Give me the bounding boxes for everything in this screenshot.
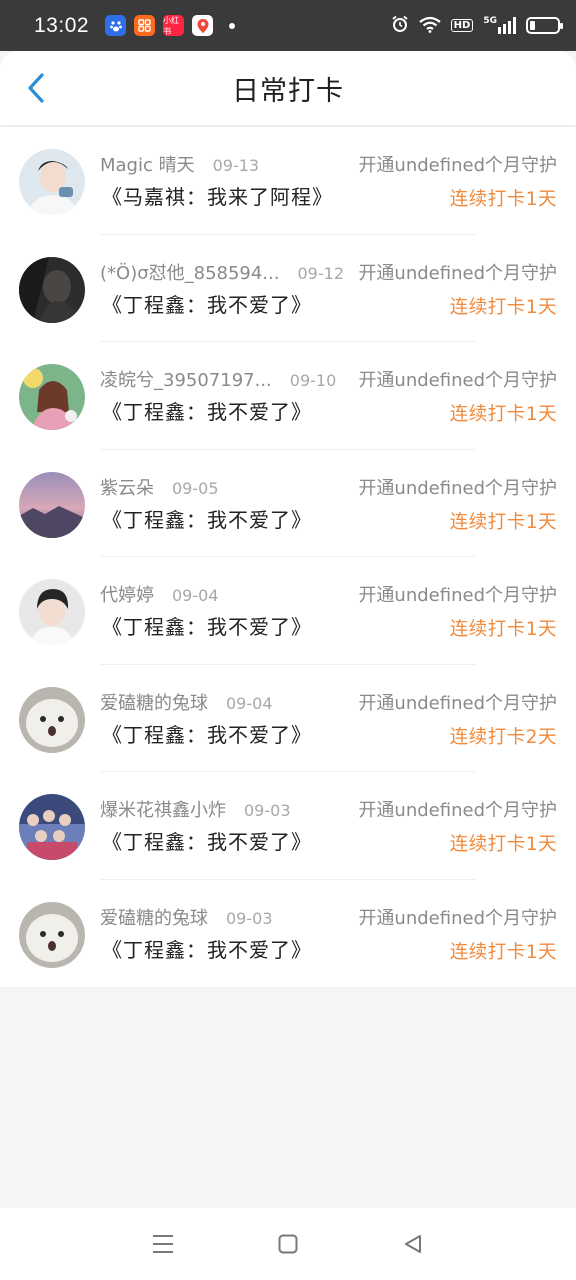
battery-icon (526, 17, 563, 34)
wifi-icon (418, 16, 441, 36)
network-label: 5G (483, 16, 497, 26)
avatar[interactable] (19, 256, 85, 323)
list-item[interactable]: Magic 晴天 09-13 《马嘉祺：我来了阿程》 开通undefined个月… (0, 127, 576, 235)
streak-text: 连续打卡1天 (449, 296, 557, 318)
guard-text: 开通undefined个月守护 (358, 262, 557, 284)
checkin-title: 《丁程鑫：我不爱了》 (102, 292, 312, 317)
guard-text: 开通undefined个月守护 (358, 800, 557, 821)
guard-text: 开通undefined个月守护 (358, 585, 557, 606)
back-triangle-icon (405, 1235, 422, 1253)
name-line: 爱磕糖的兔球 09-03 (100, 904, 273, 930)
avatar[interactable] (19, 579, 85, 645)
checkin-title: 《丁程鑫：我不爱了》 (102, 400, 312, 424)
system-icons: HD 5G (391, 15, 563, 36)
user-name[interactable]: Magic 晴天 (100, 151, 195, 177)
streak-text: 连续打卡1天 (449, 834, 557, 855)
system-nav-bar (0, 1208, 576, 1280)
alarm-icon (391, 15, 409, 36)
name-line: 爆米花祺鑫小炸 09-03 (100, 796, 291, 822)
checkin-date: 09-05 (172, 478, 219, 498)
back-button[interactable] (14, 65, 58, 111)
user-name[interactable]: 爱磕糖的兔球 (100, 689, 208, 715)
user-name[interactable]: (*Ö)σ怼他_858594... (100, 259, 280, 285)
back-nav-button[interactable] (393, 1224, 433, 1264)
checkin-title: 《丁程鑫：我不爱了》 (102, 507, 312, 532)
name-line: 爱磕糖的兔球 09-04 (100, 689, 273, 715)
menu-icon (152, 1235, 173, 1253)
checkin-date: 09-03 (244, 801, 291, 820)
page-header: 日常打卡 (0, 51, 576, 125)
signal-5g-icon: 5G (483, 17, 516, 34)
name-line: Magic 晴天 09-13 (100, 151, 259, 177)
checkin-date: 09-10 (289, 371, 337, 390)
avatar[interactable] (19, 686, 85, 753)
checkin-date: 09-04 (226, 693, 273, 713)
streak-text: 连续打卡1天 (449, 189, 557, 210)
map-pin-icon (192, 15, 214, 36)
guard-text: 开通undefined个月守护 (358, 370, 557, 391)
list-item[interactable]: 代婷婷 09-04 《丁程鑫：我不爱了》 开通undefined个月守护 连续打… (0, 557, 576, 665)
grid-app-icon (134, 15, 156, 36)
checkin-title: 《丁程鑫：我不爱了》 (102, 937, 312, 962)
hd-icon: HD (450, 19, 474, 32)
name-line: 紫云朵 09-05 (100, 474, 219, 500)
checkin-date: 09-13 (212, 156, 260, 175)
avatar[interactable] (19, 149, 85, 215)
name-line: 凌皖兮_39507197... 09-10 (100, 366, 336, 392)
guard-text: 开通undefined个月守护 (358, 907, 557, 929)
guard-text: 开通undefined个月守护 (358, 155, 557, 176)
checkin-list: Magic 晴天 09-13 《马嘉祺：我来了阿程》 开通undefined个月… (0, 127, 576, 987)
user-name[interactable]: 爆米花祺鑫小炸 (100, 796, 226, 822)
user-name[interactable]: 凌皖兮_39507197... (100, 366, 272, 392)
list-item[interactable]: (*Ö)σ怼他_858594... 09-12 《丁程鑫：我不爱了》 开通und… (0, 235, 576, 342)
checkin-date: 09-03 (226, 908, 273, 928)
baidu-icon (105, 15, 127, 36)
checkin-title: 《丁程鑫：我不爱了》 (102, 830, 312, 854)
xiaohongshu-icon: 小红书 (163, 15, 185, 36)
guard-text: 开通undefined个月守护 (358, 692, 557, 714)
list-item[interactable]: 爆米花祺鑫小炸 09-03 《丁程鑫：我不爱了》 开通undefined个月守护… (0, 772, 576, 880)
notification-app-icons: 小红书 (105, 15, 214, 36)
streak-text: 连续打卡1天 (449, 941, 557, 963)
list-item[interactable]: 凌皖兮_39507197... 09-10 《丁程鑫：我不爱了》 开通undef… (0, 342, 576, 450)
list-item[interactable]: 爱磕糖的兔球 09-03 《丁程鑫：我不爱了》 开通undefined个月守护 … (0, 880, 576, 988)
status-bar: 13:02 小红书 HD 5G (0, 0, 576, 51)
name-line: (*Ö)σ怼他_858594... 09-12 (100, 259, 344, 285)
checkin-title: 《丁程鑫：我不爱了》 (102, 615, 312, 639)
avatar[interactable] (19, 794, 85, 860)
avatar[interactable] (19, 364, 85, 430)
status-time: 13:02 (34, 13, 90, 37)
checkin-title: 《马嘉祺：我来了阿程》 (102, 185, 333, 209)
notification-dot (229, 22, 236, 29)
list-item[interactable]: 紫云朵 09-05 《丁程鑫：我不爱了》 开通undefined个月守护 连续打… (0, 450, 576, 557)
page-title: 日常打卡 (232, 75, 344, 107)
streak-text: 连续打卡1天 (449, 404, 557, 425)
checkin-date: 09-12 (297, 263, 345, 283)
list-item[interactable]: 爱磕糖的兔球 09-04 《丁程鑫：我不爱了》 开通undefined个月守护 … (0, 665, 576, 772)
name-line: 代婷婷 09-04 (100, 581, 219, 607)
avatar[interactable] (19, 471, 85, 538)
avatar[interactable] (19, 901, 85, 968)
streak-text: 连续打卡1天 (449, 619, 557, 640)
user-name[interactable]: 紫云朵 (100, 474, 154, 500)
streak-text: 连续打卡2天 (449, 726, 557, 748)
checkin-title: 《丁程鑫：我不爱了》 (102, 722, 312, 747)
menu-button[interactable] (143, 1224, 183, 1264)
home-square-icon (278, 1234, 298, 1254)
user-name[interactable]: 爱磕糖的兔球 (100, 904, 208, 930)
chevron-left-icon (28, 73, 44, 103)
streak-text: 连续打卡1天 (449, 511, 557, 533)
user-name[interactable]: 代婷婷 (100, 581, 154, 607)
guard-text: 开通undefined个月守护 (358, 477, 557, 499)
checkin-date: 09-04 (172, 586, 219, 605)
home-button[interactable] (268, 1224, 308, 1264)
